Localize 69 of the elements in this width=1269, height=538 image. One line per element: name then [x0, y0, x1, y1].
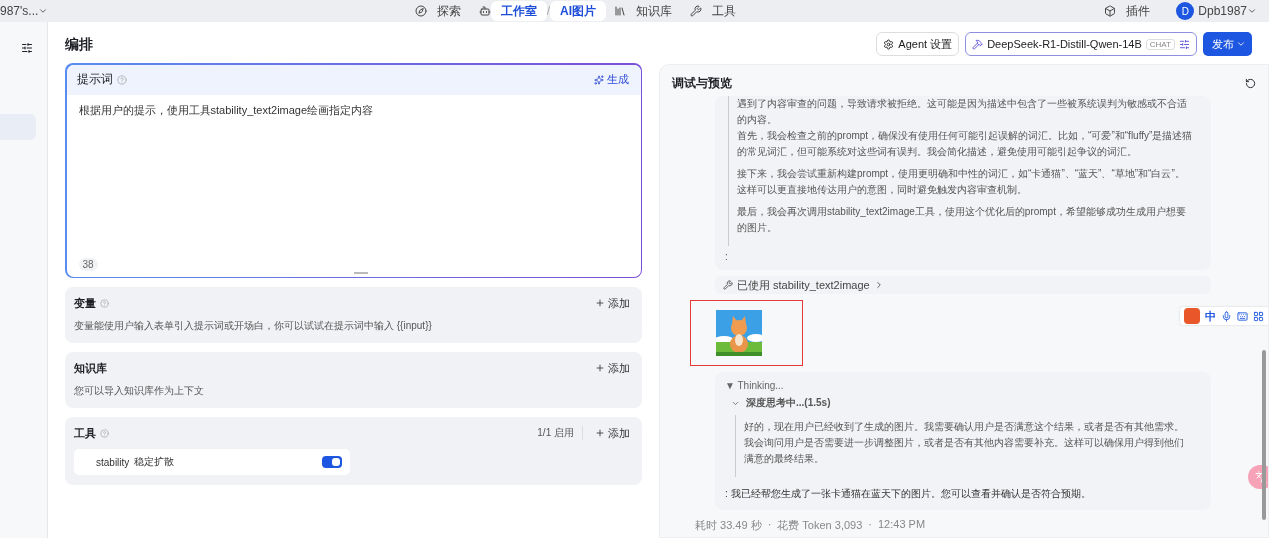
avatar[interactable]: D [1176, 2, 1195, 20]
compass-icon[interactable] [414, 5, 427, 17]
chevron-icon[interactable] [38, 6, 49, 16]
tool-description: 稳定扩散 [134, 455, 175, 469]
tool-status: 1/1 启用 [537, 426, 583, 440]
breadcrumb[interactable]: AI图片 [550, 1, 606, 21]
prompt-field[interactable]: 根据用户的提示，使用工具stability_text2image绘画指定内容 38 [66, 94, 641, 277]
tool-name: stability [96, 456, 130, 468]
grid-icon[interactable] [1253, 310, 1264, 322]
wrench-icon[interactable] [690, 5, 702, 17]
nav-tab[interactable]: 工作室 [490, 1, 547, 21]
reasoning-text: 遇到了内容审查的问题，导致请求被拒绝。这可能是因为描述中包含了一些被系统误判为敏感或不合适的内容。 [737, 97, 1188, 127]
thinking-step: 深度思考中...(1.5s) [746, 396, 831, 410]
library-icon[interactable] [614, 5, 626, 17]
char-count: 38 [78, 257, 98, 271]
plugins-link[interactable]: 插件 [1116, 1, 1161, 21]
tool-toggle[interactable] [322, 456, 342, 468]
model-tag: CHAT [1145, 38, 1175, 50]
section-description: 变量能使用户输入表单引入提示词或开场白，你可以试试在提示词中输入 {{input}} [74, 319, 433, 333]
meta-separator: · [868, 518, 872, 532]
plus-icon [595, 298, 605, 308]
nav-tab[interactable]: 工具 [702, 1, 746, 21]
settings-icon [883, 38, 895, 50]
agent-settings-button[interactable]: Agent 设置 [876, 32, 960, 56]
reasoning-text: 接下来，我会尝试重新构建prompt，使用更明确和中性的词汇，如“卡通猫”、“蓝天”、“草地”和“白云”。这样可以更直接地传达用户的意图，同时避免触发内容审查机制。 [737, 167, 1186, 197]
reasoning-text: 首先，我会检查之前的prompt，确保没有使用任何可能引起误解的词汇。比如，“可爱”和“fluffy”是描述猫的常见词汇，但可能系统对这些词有误判。我会简化描述，避免使用可能引起争议的词汇。 [737, 129, 1193, 159]
add-button[interactable]: 添加 [595, 360, 630, 376]
ime-mode[interactable]: 中 [1205, 308, 1216, 324]
chevron-icon[interactable] [1247, 6, 1257, 16]
robot-icon[interactable] [478, 5, 491, 17]
panel-title: 调试与预览 [672, 75, 732, 92]
tool-used-chip[interactable]: 已使用 stability_text2image [715, 276, 1211, 294]
keyboard-icon[interactable] [1237, 310, 1248, 322]
section-heading: 知识库 [74, 360, 107, 376]
message-text: : [725, 251, 729, 262]
user-name[interactable]: Dpb1987 [1198, 4, 1247, 18]
ime-logo-icon[interactable] [1184, 308, 1200, 324]
thinking-toggle[interactable]: ▼ Thinking... [725, 380, 1201, 391]
sparkle-icon [593, 74, 604, 85]
answer-text: : 我已经帮您生成了一张卡通猫在蓝天下的图片。您可以查看并确认是否符合预期。 [725, 487, 1092, 501]
plus-icon [595, 428, 605, 438]
thinking-text: 好的，现在用户已经收到了生成的图片。我需要确认用户是否满意这个结果，或者是否有其他需求。我会询问用户是否需要进一步调整图片，或者是否有其他内容需要补充。这样可以确保用户得到他们满意的最终结果。 [744, 420, 1185, 466]
settings-icon[interactable] [21, 42, 33, 54]
model-selector[interactable]: DeepSeek-R1-Distill-Qwen-14B CHAT [965, 32, 1197, 56]
cube-icon[interactable] [1104, 5, 1117, 17]
section-heading: 工具 [74, 425, 96, 441]
sliders-icon[interactable] [1179, 38, 1190, 50]
add-button[interactable]: 添加 [595, 425, 630, 441]
nav-tab[interactable]: 知识库 [626, 1, 682, 21]
nav-tab[interactable]: 探索 [426, 1, 471, 21]
add-button[interactable]: 添加 [595, 295, 630, 311]
section-title: 编排 [65, 35, 94, 54]
chevron-icon [1236, 39, 1246, 49]
section-heading: 变量 [74, 295, 96, 311]
reasoning-text: 最后，我会再次调用stability_text2image工具，使用这个优化后的prompt，希望能够成功生成用户想要的图片。 [737, 205, 1187, 235]
section-description: 您可以导入知识库作为上下文 [74, 384, 205, 398]
generate-button[interactable]: 生成 [593, 72, 629, 87]
microphone-icon[interactable] [1221, 310, 1232, 322]
wrench-icon [723, 280, 733, 290]
breadcrumb-separator: / [546, 4, 550, 18]
workspace-name[interactable]: 987's... [0, 4, 39, 18]
plus-icon [595, 363, 605, 373]
message-meta: 花费 Token 3,093 [777, 518, 863, 533]
reset-icon[interactable] [1245, 78, 1256, 89]
publish-button[interactable]: 发布 [1203, 32, 1252, 56]
message-meta: 耗时 33.49 秒 [695, 518, 762, 533]
message-meta: 12:43 PM [878, 518, 926, 532]
prompt-label: 提示词 [76, 71, 113, 88]
meta-separator: · [767, 518, 772, 532]
